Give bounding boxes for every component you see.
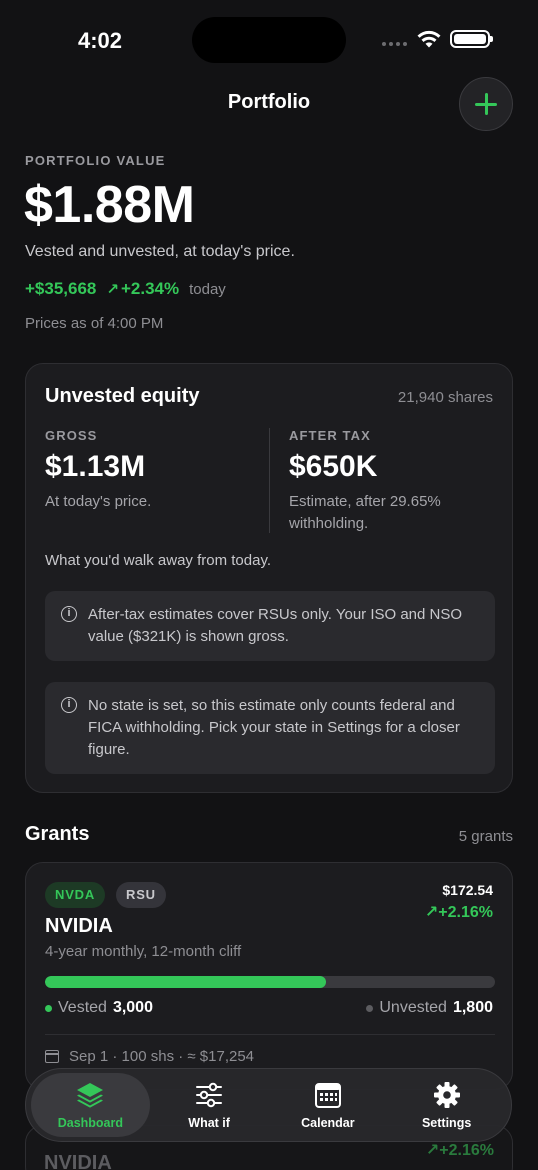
vesting-schedule: 4-year monthly, 12-month cliff [45, 943, 242, 960]
stock-change-value: +2.16% [439, 1142, 494, 1159]
company-name: NVIDIA [44, 1152, 112, 1170]
column-divider [269, 428, 270, 533]
ticker-badge: NVDA [45, 882, 106, 908]
info-icon: i [61, 697, 77, 713]
vested-count: Vested 3,000 [45, 999, 153, 1017]
vested-label: Vested [58, 999, 107, 1016]
tab-label: Calendar [301, 1116, 355, 1130]
dynamic-island [192, 17, 346, 63]
gross-label: GROSS [45, 428, 98, 443]
calendar-icon [45, 1050, 59, 1063]
sliders-icon [196, 1082, 223, 1108]
page-title: Portfolio [227, 91, 311, 113]
plus-icon [475, 93, 497, 115]
cellular-signal-icon [382, 42, 407, 46]
unvested-count: Unvested 1,800 [366, 999, 493, 1017]
vesting-progress-fill [45, 976, 327, 988]
rsu-note: i After-tax estimates cover RSUs only. Y… [45, 591, 495, 661]
next-vest-text: Sep 1 · 100 shs · ≈ $17,254 [69, 1048, 255, 1065]
battery-icon [450, 30, 493, 48]
tab-label: What if [188, 1116, 230, 1130]
gear-icon [433, 1082, 460, 1108]
unvested-value: 1,800 [452, 999, 493, 1016]
tab-bar: Dashboard What if Calendar Settings [25, 1068, 512, 1142]
unvested-label: Unvested [379, 999, 447, 1016]
tab-settings[interactable]: Settings [387, 1073, 506, 1137]
change-amount: +$35,668 [25, 279, 97, 298]
portfolio-value: $1.88M [24, 176, 195, 234]
next-vest-event: Sep 1 · 100 shs · ≈ $17,254 [45, 1048, 254, 1065]
info-icon: i [61, 606, 77, 622]
vested-value: 3,000 [112, 999, 153, 1016]
rsu-note-text: After-tax estimates cover RSUs only. You… [88, 606, 463, 645]
state-note-text: No state is set, so this estimate only c… [88, 697, 460, 758]
stock-change-value: +2.16% [438, 904, 493, 921]
prices-as-of: Prices as of 4:00 PM [25, 315, 164, 332]
after-tax-sub: Estimate, after 29.65% withholding. [289, 491, 441, 535]
change-percent-wrap: ↗ +2.34% [106, 279, 179, 299]
grants-count: 5 grants [458, 828, 513, 845]
after-tax-label: AFTER TAX [289, 428, 371, 443]
vested-dot-icon [45, 1004, 52, 1012]
unvested-equity-card[interactable]: Unvested equity 21,940 shares GROSS $1.1… [25, 363, 513, 793]
arrow-up-right-icon: ↗ [106, 281, 119, 298]
portfolio-description: Vested and unvested, at today's price. [25, 243, 295, 260]
grant-type-badge: RSU [116, 882, 166, 908]
divider [45, 1034, 495, 1035]
wifi-icon [417, 30, 441, 48]
tab-dashboard[interactable]: Dashboard [31, 1073, 150, 1137]
vesting-progress-bar [45, 976, 495, 988]
gross-value: $1.13M [45, 450, 146, 483]
calendar-icon [314, 1083, 341, 1108]
stock-change: ↗+2.16% [425, 902, 493, 922]
add-grant-button[interactable] [459, 77, 513, 131]
tab-what-if[interactable]: What if [150, 1073, 269, 1137]
unvested-dot-icon [366, 1004, 374, 1012]
tab-calendar[interactable]: Calendar [269, 1073, 388, 1137]
portfolio-value-label: PORTFOLIO VALUE [25, 153, 166, 168]
card-title: Unvested equity [45, 385, 200, 407]
state-note: i No state is set, so this estimate only… [45, 682, 495, 774]
status-time: 4:02 [78, 28, 123, 53]
gross-sub: At today's price. [45, 493, 152, 510]
grant-card[interactable]: NVDA RSU $172.54 ↗+2.16% NVIDIA 4-year m… [25, 862, 513, 1090]
stock-price: $172.54 [442, 882, 493, 898]
after-tax-value: $650K [289, 450, 378, 483]
company-name: NVIDIA [45, 915, 113, 937]
stock-change: ↗+2.16% [426, 1140, 494, 1160]
change-period: today [189, 281, 226, 298]
tab-label: Settings [421, 1116, 472, 1130]
arrow-up-right-icon: ↗ [424, 904, 439, 921]
after-tax-sub-line1: Estimate, after 29.65% [289, 493, 441, 510]
unvested-shares: 21,940 shares [397, 389, 493, 406]
arrow-up-right-icon: ↗ [425, 1142, 440, 1159]
status-bar: 4:02 [0, 0, 538, 80]
after-tax-sub-line2: withholding. [289, 515, 369, 532]
change-percent: +2.34% [120, 279, 180, 298]
walk-away-text: What you'd walk away from today. [45, 552, 272, 569]
stack-icon [77, 1083, 104, 1108]
tab-label: Dashboard [57, 1116, 124, 1130]
portfolio-change: +$35,668 ↗ +2.34% today [25, 279, 226, 299]
grants-title: Grants [25, 823, 90, 845]
